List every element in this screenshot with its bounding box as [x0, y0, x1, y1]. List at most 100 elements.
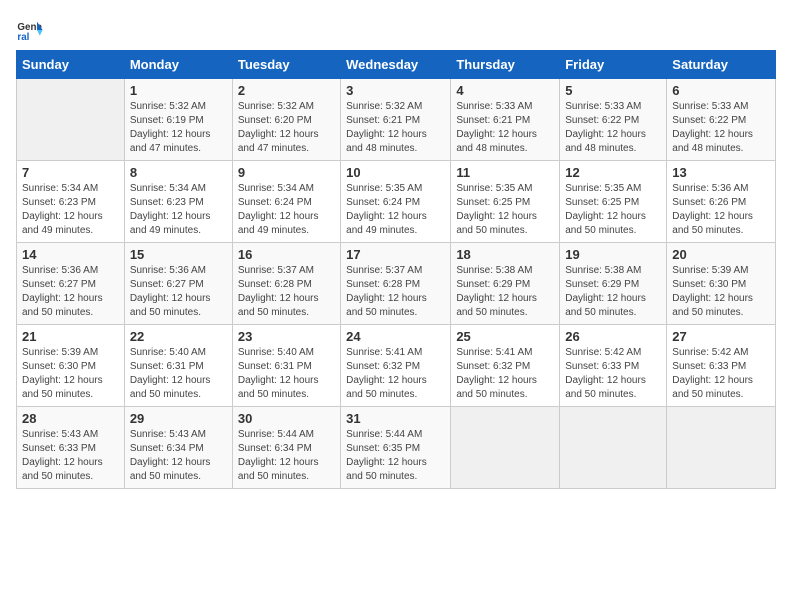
day-number: 30 [238, 411, 335, 426]
day-info: Sunrise: 5:34 AM Sunset: 6:24 PM Dayligh… [238, 182, 335, 238]
calendar-cell: 25Sunrise: 5:41 AM Sunset: 6:32 PM Dayli… [451, 325, 560, 407]
day-info: Sunrise: 5:36 AM Sunset: 6:27 PM Dayligh… [130, 264, 227, 320]
header-wednesday: Wednesday [341, 51, 451, 79]
day-info: Sunrise: 5:35 AM Sunset: 6:25 PM Dayligh… [456, 182, 554, 238]
day-number: 6 [672, 83, 770, 98]
day-number: 21 [22, 329, 119, 344]
calendar-cell: 21 Sunrise: 5:39 AM Sunset: 6:30 PM Dayli… [17, 325, 125, 407]
day-number: 24 [346, 329, 445, 344]
day-info: Sunrise: 5:33 AM Sunset: 6:22 PM Dayligh… [565, 100, 661, 156]
calendar-cell: 18 Sunrise: 5:38 AM Sunset: 6:29 PM Dayli… [451, 243, 560, 325]
calendar-cell: 29 Sunrise: 5:43 AM Sunset: 6:34 PM Dayli… [124, 407, 232, 489]
day-number: 14 [22, 247, 119, 262]
calendar-cell: 8 Sunrise: 5:34 AM Sunset: 6:23 PM Daylig… [124, 161, 232, 243]
header-thursday: Thursday [451, 51, 560, 79]
calendar-cell: 7Sunrise: 5:34 AM Sunset: 6:23 PM Daylig… [17, 161, 125, 243]
calendar-cell: 9 Sunrise: 5:34 AM Sunset: 6:24 PM Daylig… [232, 161, 340, 243]
header-tuesday: Tuesday [232, 51, 340, 79]
header-friday: Friday [560, 51, 667, 79]
header-sunday: Sunday [17, 51, 125, 79]
calendar-cell: 3 Sunrise: 5:32 AM Sunset: 6:21 PM Daylig… [341, 79, 451, 161]
day-number: 8 [130, 165, 227, 180]
day-info: Sunrise: 5:32 AM Sunset: 6:19 PM Dayligh… [130, 100, 227, 156]
day-info: Sunrise: 5:36 AM Sunset: 6:26 PM Dayligh… [672, 182, 770, 238]
day-number: 3 [346, 83, 445, 98]
day-info: Sunrise: 5:43 AM Sunset: 6:34 PM Dayligh… [130, 428, 227, 484]
day-number: 20 [672, 247, 770, 262]
day-info: Sunrise: 5:43 AM Sunset: 6:33 PM Dayligh… [22, 428, 119, 484]
calendar-cell: 13 Sunrise: 5:36 AM Sunset: 6:26 PM Dayli… [667, 161, 776, 243]
day-number: 15 [130, 247, 227, 262]
week-row-1: 1Sunrise: 5:32 AM Sunset: 6:19 PM Daylig… [17, 79, 776, 161]
svg-text:ral: ral [17, 32, 29, 43]
day-number: 23 [238, 329, 335, 344]
day-info: Sunrise: 5:39 AM Sunset: 6:30 PM Dayligh… [22, 346, 119, 402]
calendar-cell: 16 Sunrise: 5:37 AM Sunset: 6:28 PM Dayli… [232, 243, 340, 325]
calendar-cell: 11 Sunrise: 5:35 AM Sunset: 6:25 PM Dayli… [451, 161, 560, 243]
day-info: Sunrise: 5:32 AM Sunset: 6:20 PM Dayligh… [238, 100, 335, 156]
day-number: 9 [238, 165, 335, 180]
week-row-4: 21 Sunrise: 5:39 AM Sunset: 6:30 PM Dayli… [17, 325, 776, 407]
day-info: Sunrise: 5:40 AM Sunset: 6:31 PM Dayligh… [238, 346, 335, 402]
header-row: SundayMondayTuesdayWednesdayThursdayFrid… [17, 51, 776, 79]
day-number: 11 [456, 165, 554, 180]
calendar-cell: 4 Sunrise: 5:33 AM Sunset: 6:21 PM Daylig… [451, 79, 560, 161]
day-number: 17 [346, 247, 445, 262]
day-number: 7 [22, 165, 119, 180]
calendar-cell: 24Sunrise: 5:41 AM Sunset: 6:32 PM Dayli… [341, 325, 451, 407]
day-info: Sunrise: 5:37 AM Sunset: 6:28 PM Dayligh… [346, 264, 445, 320]
calendar-table: SundayMondayTuesdayWednesdayThursdayFrid… [16, 50, 776, 489]
day-number: 26 [565, 329, 661, 344]
week-row-3: 14 Sunrise: 5:36 AM Sunset: 6:27 PM Dayli… [17, 243, 776, 325]
calendar-cell [667, 407, 776, 489]
day-number: 16 [238, 247, 335, 262]
week-row-5: 28 Sunrise: 5:43 AM Sunset: 6:33 PM Dayli… [17, 407, 776, 489]
day-number: 4 [456, 83, 554, 98]
day-number: 19 [565, 247, 661, 262]
calendar-cell: 30 Sunrise: 5:44 AM Sunset: 6:34 PM Dayli… [232, 407, 340, 489]
calendar-cell: 2Sunrise: 5:32 AM Sunset: 6:20 PM Daylig… [232, 79, 340, 161]
header-saturday: Saturday [667, 51, 776, 79]
day-number: 5 [565, 83, 661, 98]
day-info: Sunrise: 5:38 AM Sunset: 6:29 PM Dayligh… [456, 264, 554, 320]
calendar-cell: 6Sunrise: 5:33 AM Sunset: 6:22 PM Daylig… [667, 79, 776, 161]
day-info: Sunrise: 5:34 AM Sunset: 6:23 PM Dayligh… [130, 182, 227, 238]
day-info: Sunrise: 5:32 AM Sunset: 6:21 PM Dayligh… [346, 100, 445, 156]
calendar-cell: 27Sunrise: 5:42 AM Sunset: 6:33 PM Dayli… [667, 325, 776, 407]
calendar-cell [560, 407, 667, 489]
day-info: Sunrise: 5:41 AM Sunset: 6:32 PM Dayligh… [456, 346, 554, 402]
week-row-2: 7 Sunrise: 5:34 AM Sunset: 6:23 PM Daylig… [17, 161, 776, 243]
calendar-cell: 17 Sunrise: 5:37 AM Sunset: 6:28 PM Dayli… [341, 243, 451, 325]
calendar-cell: 12 Sunrise: 5:35 AM Sunset: 6:25 PM Dayli… [560, 161, 667, 243]
calendar-cell: 19 Sunrise: 5:38 AM Sunset: 6:29 PM Dayli… [560, 243, 667, 325]
day-number: 18 [456, 247, 554, 262]
logo: Gene ral [16, 16, 48, 44]
calendar-cell: 15 Sunrise: 5:36 AM Sunset: 6:27 PM Dayli… [124, 243, 232, 325]
calendar-cell: 5 Sunrise: 5:33 AM Sunset: 6:22 PM Daylig… [560, 79, 667, 161]
day-info: Sunrise: 5:33 AM Sunset: 6:21 PM Dayligh… [456, 100, 554, 156]
calendar-cell: 14 Sunrise: 5:36 AM Sunset: 6:27 PM Dayli… [17, 243, 125, 325]
calendar-cell: 26 Sunrise: 5:42 AM Sunset: 6:33 PM Dayli… [560, 325, 667, 407]
calendar-cell: 10Sunrise: 5:35 AM Sunset: 6:24 PM Dayli… [341, 161, 451, 243]
day-info: Sunrise: 5:35 AM Sunset: 6:25 PM Dayligh… [565, 182, 661, 238]
calendar-cell: 23 Sunrise: 5:40 AM Sunset: 6:31 PM Dayli… [232, 325, 340, 407]
calendar-cell: 1Sunrise: 5:32 AM Sunset: 6:19 PM Daylig… [124, 79, 232, 161]
calendar-cell: 22Sunrise: 5:40 AM Sunset: 6:31 PM Dayli… [124, 325, 232, 407]
calendar-cell: 20 Sunrise: 5:39 AM Sunset: 6:30 PM Dayli… [667, 243, 776, 325]
day-number: 12 [565, 165, 661, 180]
day-info: Sunrise: 5:42 AM Sunset: 6:33 PM Dayligh… [565, 346, 661, 402]
day-info: Sunrise: 5:36 AM Sunset: 6:27 PM Dayligh… [22, 264, 119, 320]
day-info: Sunrise: 5:38 AM Sunset: 6:29 PM Dayligh… [565, 264, 661, 320]
day-number: 13 [672, 165, 770, 180]
day-info: Sunrise: 5:37 AM Sunset: 6:28 PM Dayligh… [238, 264, 335, 320]
day-info: Sunrise: 5:39 AM Sunset: 6:30 PM Dayligh… [672, 264, 770, 320]
header-monday: Monday [124, 51, 232, 79]
day-info: Sunrise: 5:44 AM Sunset: 6:34 PM Dayligh… [238, 428, 335, 484]
logo-icon: Gene ral [16, 16, 44, 44]
calendar-cell [17, 79, 125, 161]
day-number: 29 [130, 411, 227, 426]
page-header: Gene ral [16, 16, 776, 44]
day-number: 28 [22, 411, 119, 426]
day-info: Sunrise: 5:44 AM Sunset: 6:35 PM Dayligh… [346, 428, 445, 484]
calendar-cell [451, 407, 560, 489]
